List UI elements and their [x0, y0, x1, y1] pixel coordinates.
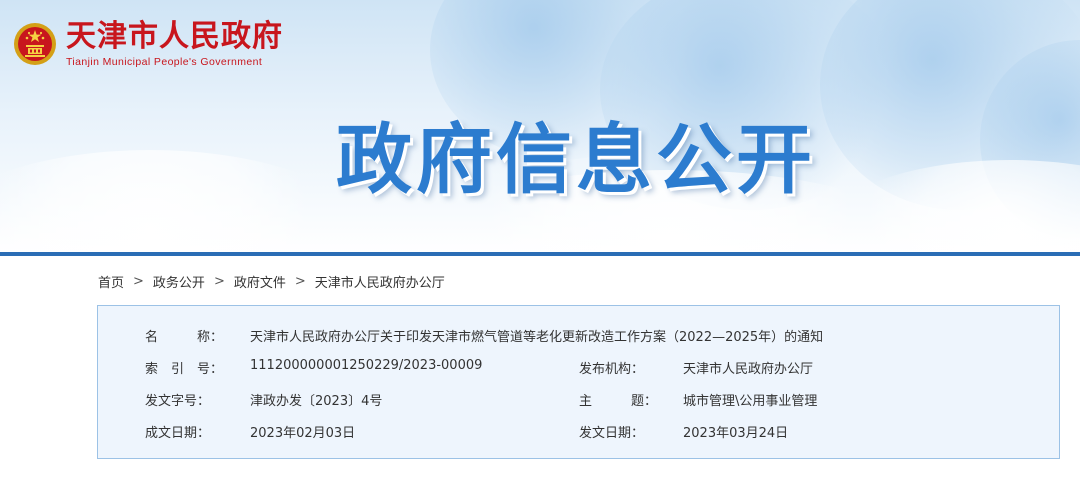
info-row-dates: 成文日期： 2023年02月03日 发文日期： 2023年03月24日	[98, 422, 1059, 442]
subject-value: 城市管理\公用事业管理	[683, 394, 818, 409]
info-row-name: 名 称： 天津市人民政府办公厅关于印发天津市燃气管道等老化更新改造工作方案（20…	[98, 326, 1059, 346]
document-number-value: 津政办发〔2023〕4号	[250, 394, 383, 409]
site-name-english: Tianjin Municipal People's Government	[66, 56, 263, 68]
created-date-label: 成文日期：	[145, 426, 211, 441]
document-number-label: 发文字号：	[145, 394, 211, 409]
banner-cloud	[0, 150, 360, 254]
breadcrumb-home[interactable]: 首页	[98, 272, 124, 291]
breadcrumb-government-documents[interactable]: 政府文件	[234, 272, 286, 291]
issuer-value: 天津市人民政府办公厅	[683, 362, 814, 377]
breadcrumb-separator: >	[213, 274, 225, 289]
banner-title: 政府信息公开	[336, 115, 816, 204]
publish-date-value: 2023年03月24日	[683, 426, 789, 441]
created-date-value: 2023年02月03日	[250, 426, 356, 441]
index-number-label: 索 引 号：	[145, 362, 224, 377]
breadcrumb-separator: >	[294, 274, 306, 289]
breadcrumb-government-affairs[interactable]: 政务公开	[153, 272, 205, 291]
info-row-docno: 发文字号： 津政办发〔2023〕4号 主 题： 城市管理\公用事业管理	[98, 390, 1059, 410]
document-info-panel: 名 称： 天津市人民政府办公厅关于印发天津市燃气管道等老化更新改造工作方案（20…	[97, 305, 1060, 459]
site-name: 天津市人民政府	[66, 19, 283, 54]
info-row-index: 索 引 号： 11120000000125022​9/2023-00009 发布…	[98, 358, 1059, 378]
breadcrumb-separator: >	[133, 274, 144, 289]
publish-date-label: 发文日期：	[579, 426, 645, 441]
banner-divider	[0, 252, 1080, 256]
name-label: 名 称：	[145, 330, 224, 345]
breadcrumb-general-office[interactable]: 天津市人民政府办公厅	[315, 272, 445, 291]
breadcrumb: 首页 > 政务公开 > 政府文件 > 天津市人民政府办公厅	[98, 272, 445, 291]
banner-cloud	[820, 160, 1080, 254]
site-logo[interactable]: 天津市人民政府 Tianjin Municipal People's Gover…	[12, 20, 283, 68]
index-number-value: 11120000000125022​9/2023-00009	[250, 358, 483, 373]
name-value: 天津市人民政府办公厅关于印发天津市燃气管道等老化更新改造工作方案（2022—20…	[250, 330, 824, 345]
subject-label: 主 题：	[579, 394, 658, 409]
header-banner: 天津市人民政府 Tianjin Municipal People's Gover…	[0, 0, 1080, 254]
national-emblem-icon	[14, 23, 56, 65]
issuer-label: 发布机构：	[579, 362, 645, 377]
